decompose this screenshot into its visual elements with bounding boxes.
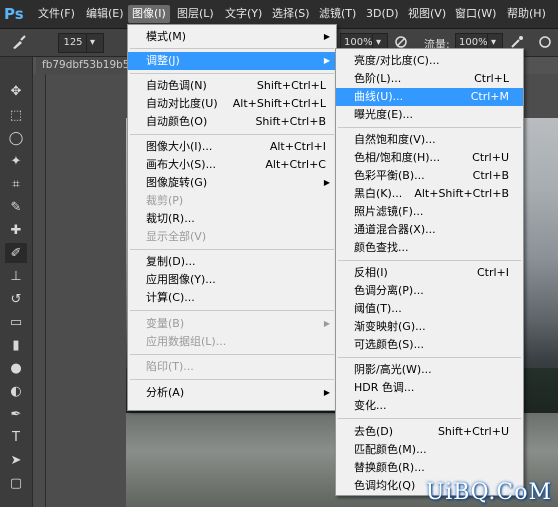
- brush-size-field[interactable]: 125: [58, 33, 88, 53]
- menu-item-channel-mixer[interactable]: 通道混合器(X)...: [336, 221, 523, 239]
- menu-item-selective-color[interactable]: 可选颜色(S)...: [336, 336, 523, 354]
- menu-item-color-balance[interactable]: 色彩平衡(B)... Ctrl+B: [336, 167, 523, 185]
- menu-view[interactable]: 视图(V): [404, 5, 450, 23]
- gradient-tool-icon[interactable]: ▮: [5, 335, 27, 355]
- document-tab[interactable]: fb79dbf53b19b50: [36, 57, 138, 74]
- path-select-tool-icon[interactable]: ➤: [5, 450, 27, 470]
- menu-item-auto-tone[interactable]: 自动色调(N) Shift+Ctrl+L: [128, 77, 336, 95]
- menu-item-mode[interactable]: 模式(M) ▶: [128, 28, 336, 46]
- menu-item-trap: 陷印(T)...: [146, 360, 194, 373]
- menu-3d[interactable]: 3D(D): [362, 5, 403, 23]
- healing-tool-icon[interactable]: ✚: [5, 220, 27, 240]
- menu-item-invert[interactable]: 反相(I) Ctrl+I: [336, 264, 523, 282]
- brush-tool-icon[interactable]: ✐: [5, 243, 27, 263]
- menu-window[interactable]: 窗口(W): [451, 5, 500, 23]
- menu-item-replace-color[interactable]: 替换颜色(R)...: [336, 459, 523, 477]
- eraser-tool-icon[interactable]: ▭: [5, 312, 27, 332]
- menu-item-vibrance[interactable]: 自然饱和度(V)...: [336, 131, 523, 149]
- menu-item-brightness-contrast[interactable]: 亮度/对比度(C)...: [336, 52, 523, 70]
- menu-item-image-rotation[interactable]: 图像旋转(G) ▶: [128, 174, 336, 192]
- menu-file[interactable]: 文件(F): [34, 5, 79, 23]
- menu-type[interactable]: 文字(Y): [221, 5, 266, 23]
- menu-separator: [338, 127, 521, 128]
- menu-separator: [130, 310, 334, 311]
- menu-item-desaturate[interactable]: 去色(D) Shift+Ctrl+U: [336, 423, 523, 441]
- shape-tool-icon[interactable]: ▢: [5, 473, 27, 493]
- menu-item-hue-saturation[interactable]: 色相/饱和度(H)... Ctrl+U: [336, 149, 523, 167]
- menu-select[interactable]: 选择(S): [268, 5, 314, 23]
- menu-separator: [130, 379, 334, 380]
- menu-item-match-color[interactable]: 匹配颜色(M)...: [336, 441, 523, 459]
- brush-dropdown-icon[interactable]: ▾: [86, 33, 104, 53]
- menu-separator: [338, 357, 521, 358]
- menu-item-photo-filter[interactable]: 照片滤镜(F)...: [336, 203, 523, 221]
- menu-item-auto-color[interactable]: 自动颜色(O) Shift+Ctrl+B: [128, 113, 336, 131]
- menu-separator: [338, 418, 521, 419]
- menu-item-apply-data-set: 应用数据组(L)...: [146, 335, 227, 348]
- menu-item-threshold[interactable]: 阈值(T)...: [336, 300, 523, 318]
- menu-item-levels[interactable]: 色阶(L)... Ctrl+L: [336, 70, 523, 88]
- clone-stamp-tool-icon[interactable]: ⊥: [5, 266, 27, 286]
- quick-select-tool-icon[interactable]: ✦: [5, 151, 27, 171]
- menu-layer[interactable]: 图层(L): [173, 5, 218, 23]
- pen-tool-icon[interactable]: ✒: [5, 404, 27, 424]
- menu-item-duplicate[interactable]: 复制(D)...: [128, 253, 336, 271]
- vertical-ruler: [33, 74, 46, 507]
- menu-separator: [130, 134, 334, 135]
- menu-item-analysis[interactable]: 分析(A) ▶: [128, 384, 336, 402]
- history-brush-tool-icon[interactable]: ↺: [5, 289, 27, 309]
- menu-item-trim[interactable]: 裁切(R)...: [128, 210, 336, 228]
- menu-edit[interactable]: 编辑(E): [82, 5, 128, 23]
- menu-item-apply-image[interactable]: 应用图像(Y)...: [128, 271, 336, 289]
- photoshop-logo: Ps: [4, 5, 24, 23]
- blur-tool-icon[interactable]: ●: [5, 358, 27, 378]
- menu-item-image-size[interactable]: 图像大小(I)... Alt+Ctrl+I: [128, 138, 336, 156]
- menu-item-black-white[interactable]: 黑白(K)... Alt+Shift+Ctrl+B: [336, 185, 523, 203]
- adjustments-submenu: 亮度/对比度(C)... 色阶(L)... Ctrl+L 曲线(U)... Ctrl…: [335, 48, 524, 496]
- eyedropper-tool-icon[interactable]: ✎: [5, 197, 27, 217]
- menu-item-canvas-size[interactable]: 画布大小(S)... Alt+Ctrl+C: [128, 156, 336, 174]
- menu-item-color-lookup[interactable]: 颜色查找...: [336, 239, 523, 257]
- menu-item-auto-contrast[interactable]: 自动对比度(U) Alt+Shift+Ctrl+L: [128, 95, 336, 113]
- menu-separator: [130, 354, 334, 355]
- crop-tool-icon[interactable]: ⌗: [5, 174, 27, 194]
- pressure-size-icon[interactable]: [534, 32, 556, 52]
- dodge-tool-icon[interactable]: ◐: [5, 381, 27, 401]
- menu-help[interactable]: 帮助(H): [503, 5, 550, 23]
- move-tool-icon[interactable]: ✥: [5, 81, 27, 101]
- menu-separator: [130, 48, 334, 49]
- menu-item-adjustments[interactable]: 调整(J) ▶: [128, 52, 336, 70]
- menu-separator: [130, 73, 334, 74]
- image-menu: 模式(M) ▶ 调整(J) ▶ 自动色调(N) Shift+Ctrl+L 自动对比度(…: [127, 24, 337, 411]
- brush-preset-icon[interactable]: [8, 32, 30, 52]
- menu-item-variables: 变量(B) ▶: [146, 317, 330, 330]
- menu-separator: [338, 260, 521, 261]
- menu-filter[interactable]: 滤镜(T): [315, 5, 360, 23]
- menu-item-calculations[interactable]: 计算(C)...: [128, 289, 336, 307]
- menu-item-variations[interactable]: 变化...: [336, 397, 523, 415]
- menu-item-posterize[interactable]: 色调分离(P)...: [336, 282, 523, 300]
- menu-item-exposure[interactable]: 曝光度(E)...: [336, 106, 523, 124]
- menu-item-gradient-map[interactable]: 渐变映射(G)...: [336, 318, 523, 336]
- watermark-logo: UiBQ.CoM: [425, 480, 552, 505]
- menu-item-reveal-all: 显示全部(V): [146, 230, 207, 243]
- marquee-tool-icon[interactable]: ⬚: [5, 105, 27, 125]
- menu-separator: [130, 249, 334, 250]
- menu-item-curves[interactable]: 曲线(U)... Ctrl+M: [336, 88, 523, 106]
- menu-item-crop: 裁剪(P): [146, 194, 184, 207]
- menu-image[interactable]: 图像(I): [128, 5, 170, 23]
- tools-panel: ✥ ⬚ ◯ ✦ ⌗ ✎ ✚ ✐ ⊥ ↺ ▭ ▮ ● ◐ ✒ T ➤ ▢: [0, 57, 33, 507]
- menu-item-hdr-toning[interactable]: HDR 色调...: [336, 379, 523, 397]
- lasso-tool-icon[interactable]: ◯: [5, 128, 27, 148]
- menu-item-shadows-highlights[interactable]: 阴影/高光(W)...: [336, 361, 523, 379]
- type-tool-icon[interactable]: T: [5, 427, 27, 447]
